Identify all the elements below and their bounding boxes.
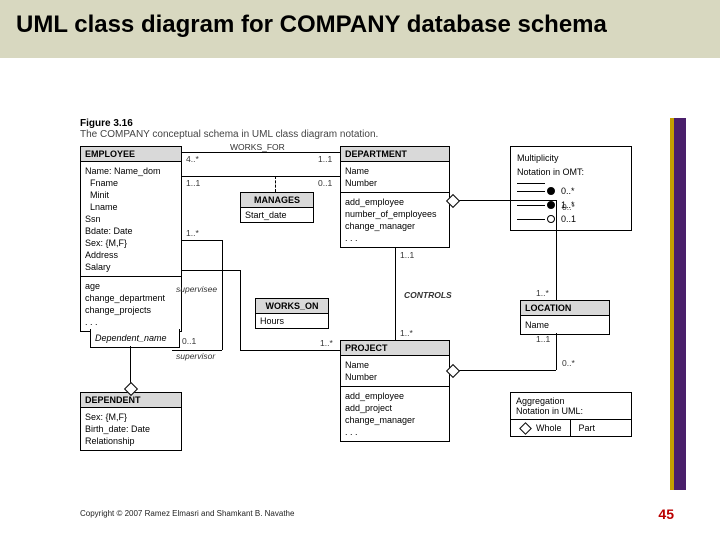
class-location-attrs: Name [521, 316, 609, 334]
legend-multiplicity: Multiplicity Notation in OMT: 0..* 1..* … [510, 146, 632, 231]
rel-works-on [240, 350, 340, 351]
page-number: 45 [658, 506, 674, 522]
legend-aggregation: Aggregation Notation in UML: Whole Part [510, 392, 632, 437]
class-employee: EMPLOYEE Name: Name_dom Fname Minit Lnam… [80, 146, 182, 332]
assoc-manages: MANAGES Start_date [240, 192, 314, 223]
right-accent-bar [674, 118, 686, 490]
figure-text: The COMPANY conceptual schema in UML cla… [80, 129, 378, 140]
class-department-header: DEPARTMENT [341, 147, 449, 162]
class-dependent-attrs: Sex: {M,F} Birth_date: Date Relationship [81, 408, 181, 450]
class-project-attrs: Name Number [341, 356, 449, 387]
rel-controls [395, 248, 396, 340]
label-supervisee: supervisee [176, 284, 217, 294]
legend-row-zero-or-more: 0..* [517, 184, 625, 198]
diamond-icon [519, 422, 532, 435]
assoc-works-on: WORKS_ON Hours [255, 298, 329, 329]
qualifier-dependent-name: Dependent_name [90, 329, 180, 348]
legend-row-zero-or-one: 0..1 [517, 212, 625, 226]
title-bar: UML class diagram for COMPANY database s… [0, 0, 720, 58]
class-employee-attrs: Name: Name_dom Fname Minit Lname Ssn Bda… [81, 162, 181, 277]
figure-number: Figure 3.16 [80, 118, 133, 129]
class-dependent: DEPENDENT Sex: {M,F} Birth_date: Date Re… [80, 392, 182, 451]
rel-manages [182, 176, 340, 177]
class-project-header: PROJECT [341, 341, 449, 356]
class-department: DEPARTMENT Name Number add_employee numb… [340, 146, 450, 248]
class-project: PROJECT Name Number add_employee add_pro… [340, 340, 450, 442]
rel-dept-location [556, 200, 557, 300]
rel-proj-location [556, 333, 557, 370]
label-supervisor: supervisor [176, 351, 215, 361]
class-location: LOCATION Name [520, 300, 610, 335]
class-department-attrs: Name Number [341, 162, 449, 193]
copyright-text: Copyright © 2007 Ramez Elmasri and Shamk… [80, 509, 294, 518]
class-project-ops: add_employee add_project change_manager … [341, 387, 449, 441]
legend-title: Multiplicity Notation in OMT: [517, 151, 625, 179]
class-employee-ops: age change_department change_projects . … [81, 277, 181, 331]
label-works-for: WORKS_FOR [230, 142, 285, 152]
slide-root: UML class diagram for COMPANY database s… [0, 0, 720, 540]
figure-caption: Figure 3.16 The COMPANY conceptual schem… [80, 118, 378, 140]
slide-title: UML class diagram for COMPANY database s… [16, 10, 704, 40]
class-employee-header: EMPLOYEE [81, 147, 181, 162]
class-department-ops: add_employee number_of_employees change_… [341, 193, 449, 247]
rel-works-for [182, 152, 340, 153]
uml-diagram: EMPLOYEE Name: Name_dom Fname Minit Lnam… [80, 140, 650, 470]
label-controls: CONTROLS [404, 290, 452, 300]
class-location-header: LOCATION [521, 301, 609, 316]
